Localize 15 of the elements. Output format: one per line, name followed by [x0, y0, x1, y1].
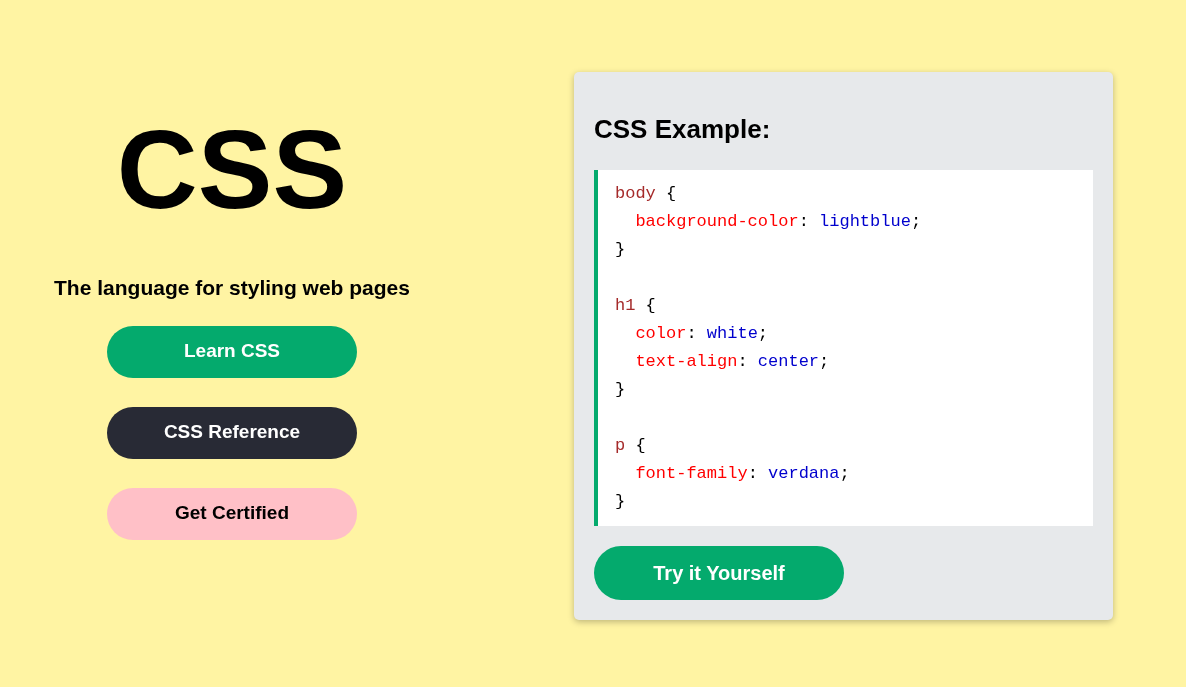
subtitle: The language for styling web pages [54, 275, 410, 301]
code-line: color: white; [634, 323, 769, 345]
example-heading: CSS Example: [594, 113, 772, 146]
link-button[interactable]: Get Certified [107, 487, 357, 540]
code-line: } [615, 379, 626, 401]
code-line: } [615, 239, 626, 261]
code-line: background-color: lightblue; [634, 211, 922, 233]
code-line: p { [615, 435, 646, 457]
code-line: h1 { [615, 295, 656, 317]
code-line: font-family: verdana; [634, 463, 850, 485]
code-line: } [615, 491, 626, 513]
page-title: CSS [116, 108, 348, 232]
code-line: text-align: center; [634, 351, 830, 373]
code-line: body { [615, 183, 677, 205]
link-button[interactable]: CSS Reference [107, 406, 357, 459]
